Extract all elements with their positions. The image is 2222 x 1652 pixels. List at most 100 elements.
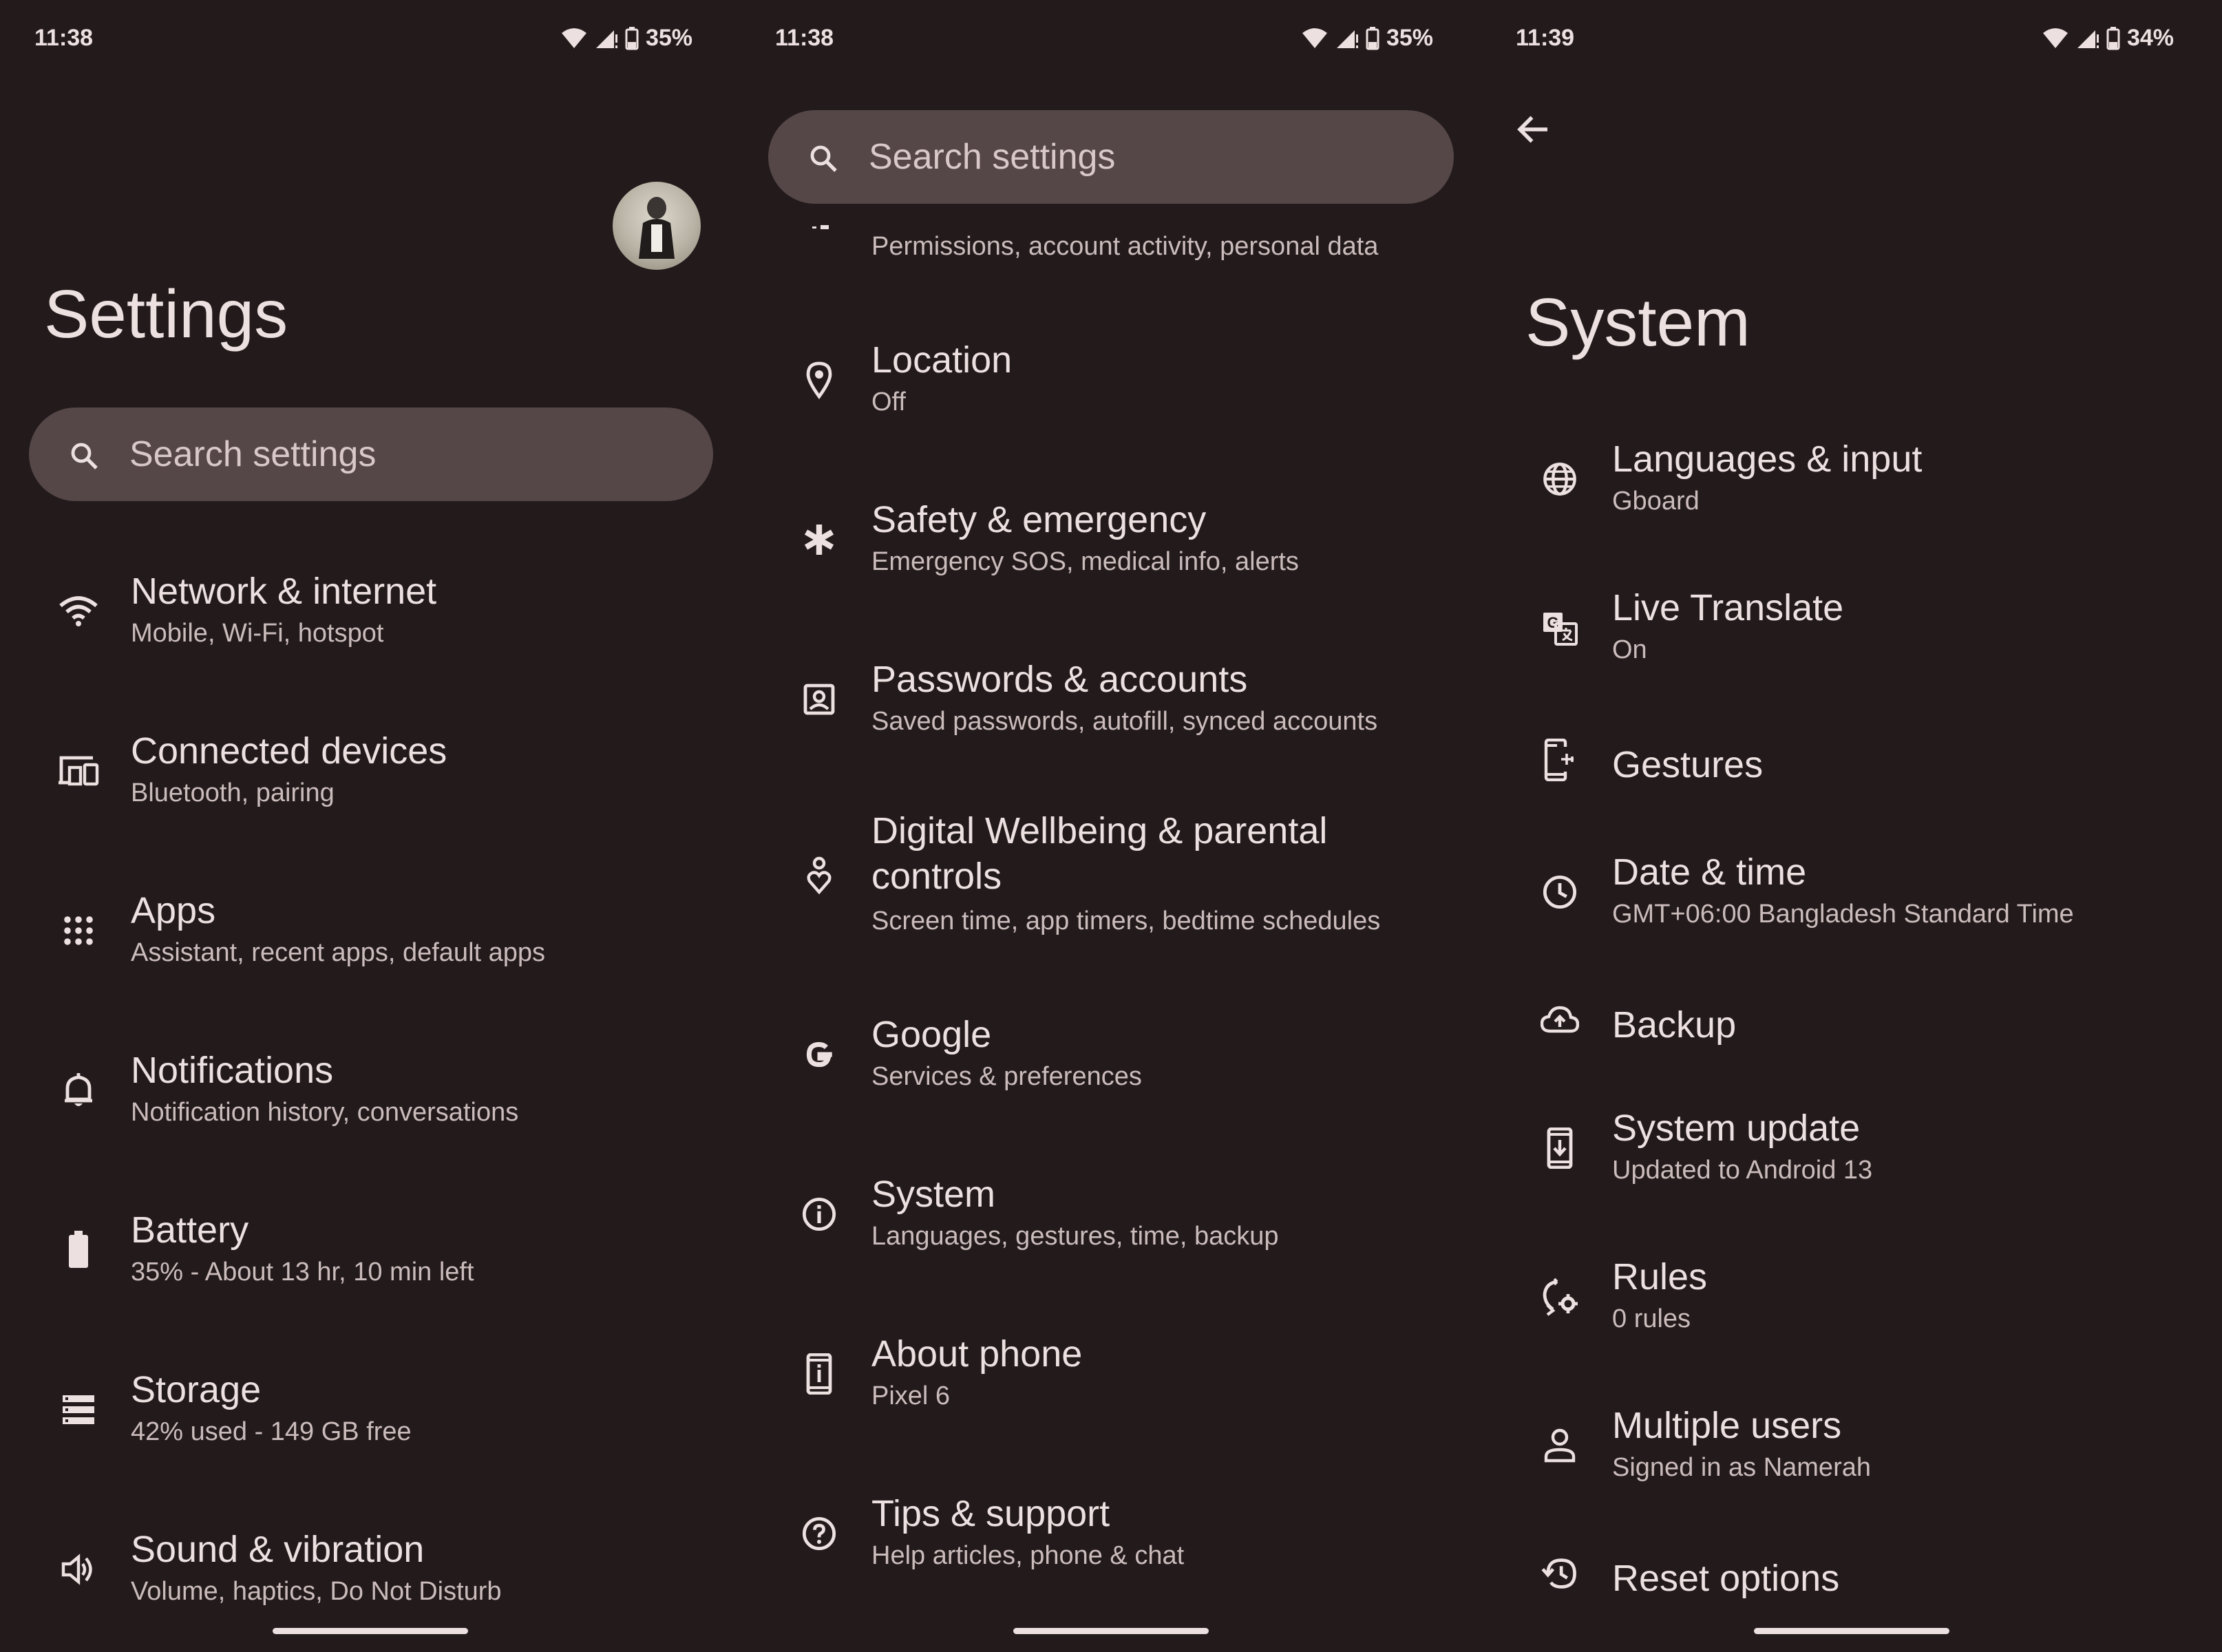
settings-item-about-phone[interactable]: About phone Pixel 6	[741, 1327, 1481, 1423]
info-icon	[797, 1192, 841, 1236]
settings-item-google[interactable]: Google Services & preferences	[741, 1008, 1481, 1104]
item-subtitle: Signed in as Namerah	[1612, 1453, 1871, 1482]
item-title: Location	[871, 339, 1013, 381]
status-bar: 11:39 34%	[1481, 25, 2222, 58]
clock-icon	[1538, 870, 1582, 914]
bell-icon	[56, 1068, 100, 1112]
globe-icon	[1538, 457, 1582, 501]
settings-item-privacy-partial[interactable]: Permissions, account activity, personal …	[741, 206, 1481, 275]
settings-item-notifications[interactable]: Notifications Notification history, conv…	[0, 1044, 741, 1140]
settings-item-location[interactable]: Location Off	[741, 333, 1481, 430]
settings-item-safety[interactable]: Safety & emergency Emergency SOS, medica…	[741, 493, 1481, 589]
battery-status-icon	[1366, 26, 1379, 50]
item-title-line2: controls	[871, 856, 1002, 897]
item-subtitle: Mobile, Wi-Fi, hotspot	[131, 619, 384, 648]
wellbeing-icon	[797, 854, 841, 898]
settings-item-network[interactable]: Network & internet Mobile, Wi-Fi, hotspo…	[0, 564, 741, 661]
battery-percent: 35%	[1386, 25, 1433, 51]
item-subtitle: GMT+06:00 Bangladesh Standard Time	[1612, 900, 2074, 929]
search-bar[interactable]: Search settings	[768, 110, 1454, 204]
location-pin-icon	[797, 358, 841, 402]
wifi-status-icon	[1302, 28, 1327, 48]
cell-signal-icon	[2077, 30, 2099, 48]
system-item-backup[interactable]: Backup	[1481, 994, 2222, 1063]
storage-icon	[56, 1388, 100, 1432]
item-subtitle: Pixel 6	[871, 1381, 951, 1410]
item-title-line1: Digital Wellbeing & parental	[871, 810, 1328, 851]
settings-item-battery[interactable]: Battery 35% - About 13 hr, 10 min left	[0, 1203, 741, 1300]
back-arrow-icon[interactable]	[1513, 109, 1554, 153]
rules-icon	[1538, 1275, 1582, 1319]
item-title: Languages & input	[1612, 438, 1923, 480]
settings-main-screen: 11:38 35% Settings Search settings Netwo…	[0, 0, 741, 1652]
item-title: System update	[1612, 1108, 1861, 1149]
item-subtitle: Volume, haptics, Do Not Disturb	[131, 1577, 502, 1606]
item-subtitle: Permissions, account activity, personal …	[871, 232, 1379, 261]
system-item-reset-options[interactable]: Reset options	[1481, 1547, 2222, 1616]
phone-info-icon	[797, 1352, 841, 1396]
search-placeholder: Search settings	[129, 434, 377, 474]
item-title: Connected devices	[131, 730, 447, 772]
wifi-status-icon	[561, 28, 586, 48]
gesture-nav-bar[interactable]	[273, 1628, 468, 1634]
settings-item-storage[interactable]: Storage 42% used - 149 GB free	[0, 1363, 741, 1459]
item-title: Multiple users	[1612, 1405, 1842, 1446]
item-title: Apps	[131, 890, 216, 931]
help-icon	[797, 1512, 841, 1556]
search-placeholder: Search settings	[869, 137, 1116, 177]
settings-item-tips[interactable]: Tips & support Help articles, phone & ch…	[741, 1487, 1481, 1583]
item-subtitle: Languages, gestures, time, backup	[871, 1222, 1279, 1251]
item-title: Live Translate	[1612, 587, 1844, 628]
gesture-phone-icon	[1538, 738, 1582, 782]
cell-signal-icon	[595, 30, 617, 48]
status-time: 11:39	[1516, 25, 1575, 51]
system-item-live-translate[interactable]: G Live Translate On	[1481, 581, 2222, 677]
avatar[interactable]	[613, 182, 701, 270]
google-g-icon	[797, 1032, 841, 1077]
item-title: Network & internet	[131, 571, 437, 612]
battery-percent: 34%	[2126, 25, 2174, 51]
item-subtitle: Off	[871, 388, 906, 416]
system-update-icon	[1538, 1126, 1582, 1170]
item-subtitle: Emergency SOS, medical info, alerts	[871, 547, 1299, 576]
settings-item-apps[interactable]: Apps Assistant, recent apps, default app…	[0, 884, 741, 980]
item-title: Tips & support	[871, 1493, 1110, 1534]
item-subtitle: Screen time, app timers, bedtime schedul…	[871, 907, 1381, 935]
item-title: Battery	[131, 1209, 249, 1251]
wifi-status-icon	[2042, 28, 2068, 48]
privacy-icon	[797, 220, 841, 234]
item-subtitle: Notification history, conversations	[131, 1098, 519, 1127]
battery-status-icon	[2106, 26, 2120, 50]
settings-item-passwords[interactable]: Passwords & accounts Saved passwords, au…	[741, 653, 1481, 749]
settings-scrolled-screen: 11:38 35% Search settings Permissions, a…	[741, 0, 1481, 1652]
system-item-languages[interactable]: Languages & input Gboard	[1481, 432, 2222, 529]
system-item-date-time[interactable]: Date & time GMT+06:00 Bangladesh Standar…	[1481, 845, 2222, 942]
search-bar[interactable]: Search settings	[29, 407, 713, 501]
settings-item-digital-wellbeing[interactable]: Digital Wellbeing & parental controls Sc…	[741, 808, 1481, 946]
item-title: Google	[871, 1014, 992, 1055]
item-title: Reset options	[1612, 1558, 1840, 1599]
settings-item-sound[interactable]: Sound & vibration Volume, haptics, Do No…	[0, 1523, 741, 1619]
cloud-upload-icon	[1538, 998, 1582, 1042]
account-box-icon	[797, 677, 841, 721]
system-item-multiple-users[interactable]: Multiple users Signed in as Namerah	[1481, 1399, 2222, 1495]
battery-status-icon	[625, 26, 639, 50]
item-subtitle: 0 rules	[1612, 1304, 1691, 1333]
apps-grid-icon	[56, 909, 100, 953]
translate-icon: G	[1538, 606, 1582, 650]
search-icon	[807, 142, 840, 178]
item-subtitle: 35% - About 13 hr, 10 min left	[131, 1258, 474, 1286]
gesture-nav-bar[interactable]	[1754, 1628, 1949, 1634]
item-subtitle: Services & preferences	[871, 1062, 1142, 1091]
system-item-rules[interactable]: Rules 0 rules	[1481, 1250, 2222, 1346]
item-subtitle: On	[1612, 635, 1647, 664]
settings-item-connected-devices[interactable]: Connected devices Bluetooth, pairing	[0, 724, 741, 820]
item-subtitle: Bluetooth, pairing	[131, 779, 335, 807]
settings-item-system[interactable]: System Languages, gestures, time, backup	[741, 1167, 1481, 1264]
system-item-system-update[interactable]: System update Updated to Android 13	[1481, 1101, 2222, 1198]
battery-icon	[56, 1228, 100, 1272]
gesture-nav-bar[interactable]	[1013, 1628, 1209, 1634]
system-item-gestures[interactable]: Gestures	[1481, 734, 2222, 803]
speaker-icon	[56, 1547, 100, 1591]
cell-signal-icon	[1336, 30, 1358, 48]
